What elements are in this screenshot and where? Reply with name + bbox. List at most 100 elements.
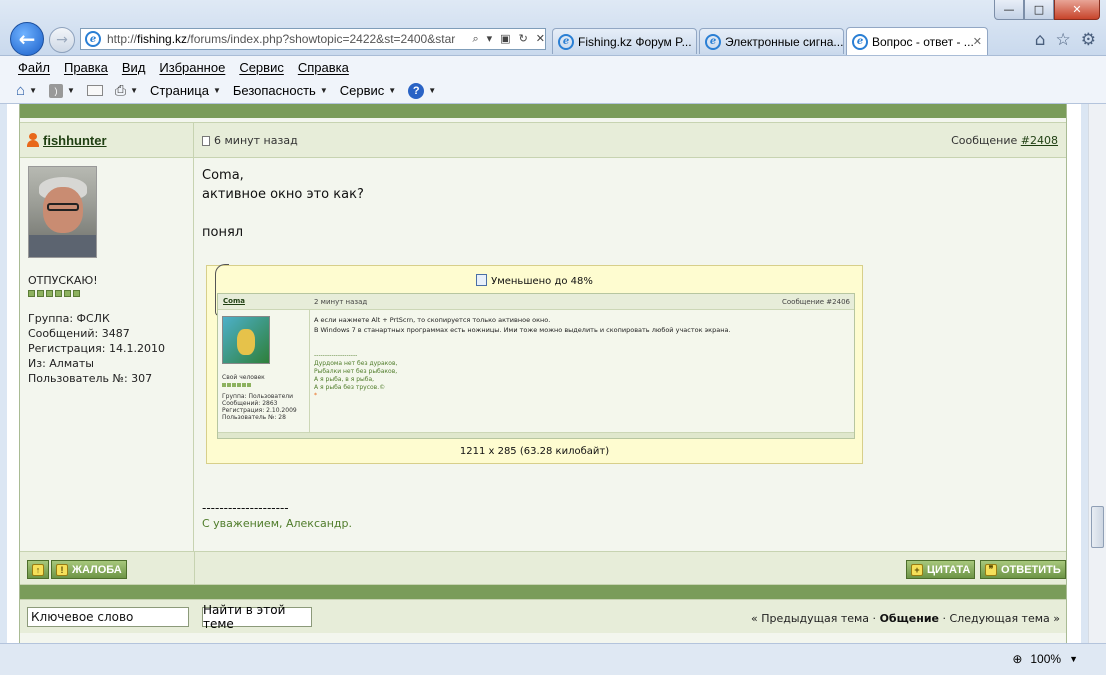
- ie-tab-icon: e: [852, 33, 868, 50]
- stop-icon[interactable]: ✕: [536, 32, 545, 46]
- avatar: [28, 166, 97, 258]
- browser-titlebar: — □ ✕ ← → e http://fishing.kz/forums/ind…: [0, 0, 1106, 56]
- thumb-text-line: В Windows 7 в станартных программах есть…: [314, 326, 731, 334]
- author-info-column: ОТПУСКАЮ! Группа: ФСЛК Сообщений: 3487 Р…: [20, 158, 194, 551]
- help-menu[interactable]: ? ▼: [408, 82, 437, 99]
- tab-question-answer[interactable]: e Вопрос - ответ - ... ✕: [846, 27, 988, 55]
- signature-separator: --------------------: [202, 501, 289, 515]
- chevron-down-icon: ▼: [29, 86, 37, 95]
- complaint-button[interactable]: ! ЖАЛОБА: [51, 560, 127, 579]
- thumb-sig-line: Дурдома нет без дураков,: [314, 360, 398, 367]
- exclamation-icon: !: [56, 563, 68, 576]
- quote-button[interactable]: + ЦИТАТА: [906, 560, 976, 579]
- settings-gear-icon[interactable]: ⚙: [1081, 30, 1096, 50]
- scrollbar-thumb[interactable]: [1091, 506, 1104, 548]
- chevron-down-icon: ▼: [428, 86, 437, 95]
- search-icon[interactable]: ⌕: [472, 32, 478, 46]
- current-forum-link[interactable]: Общение: [880, 612, 939, 625]
- compat-view-icon[interactable]: ▣: [500, 32, 510, 46]
- ie-tab-icon: e: [558, 33, 574, 50]
- home-icon[interactable]: ⌂: [1035, 30, 1046, 50]
- post-body: Coma, активное окно это как? понял: [202, 166, 1062, 242]
- dropdown-icon[interactable]: ▾: [487, 32, 493, 46]
- next-topic-link[interactable]: Следующая тема »: [949, 612, 1060, 625]
- thumb-text-line: А если нажмете Alt + PrtScrn, то скопиру…: [314, 316, 551, 324]
- address-bar[interactable]: e http://fishing.kz/forums/index.php?sho…: [80, 28, 546, 50]
- window-controls: — □ ✕: [994, 0, 1100, 20]
- thumb-sig-line: Рыбалки нет без рыбаков,: [314, 368, 398, 375]
- back-button[interactable]: ←: [10, 22, 44, 56]
- user-details: Группа: ФСЛК Сообщений: 3487 Регистрация…: [28, 311, 193, 386]
- thumb-sig-line: *: [314, 392, 317, 399]
- command-bar: ⌂ ▼ ) ▼ ⎙ ▼ Страница ▼ Безопасность ▼ Сервис ▼…: [0, 78, 1106, 104]
- arrow-left-icon: ←: [18, 27, 36, 51]
- vertical-scrollbar[interactable]: [1088, 104, 1106, 643]
- post-text-line: активное окно это как?: [202, 187, 364, 202]
- thumb-avatar: [222, 316, 270, 364]
- menu-tools[interactable]: Сервис: [239, 60, 284, 75]
- tools-menu[interactable]: Сервис ▼: [340, 83, 396, 98]
- user-online-icon: [26, 133, 40, 147]
- reply-button[interactable]: ❞ ОТВЕТИТЬ: [980, 560, 1066, 579]
- thumb-status: Свой человек: [222, 374, 265, 381]
- mail-button[interactable]: [86, 85, 103, 96]
- scroll-top-button[interactable]: ↑: [27, 560, 49, 579]
- post-text-line: понял: [202, 225, 244, 240]
- minimize-button[interactable]: —: [994, 0, 1024, 20]
- signature-text: С уважением, Александр.: [202, 517, 353, 530]
- post-author-link[interactable]: fishhunter: [43, 133, 107, 148]
- attachment-thumbnail[interactable]: Coma 2 минут назад Сообщение #2406 Свой …: [217, 293, 855, 439]
- image-attachment[interactable]: Уменьшено до 48% Coma 2 минут назад Сооб…: [206, 264, 863, 464]
- arrow-right-icon: →: [56, 32, 68, 48]
- chevron-down-icon: ▼: [212, 86, 221, 95]
- menu-view[interactable]: Вид: [122, 60, 146, 75]
- tab-electronic-signatures[interactable]: e Электронные сигна...: [699, 28, 844, 54]
- refresh-icon[interactable]: ↻: [519, 32, 528, 46]
- user-status: ОТПУСКАЮ!: [28, 274, 98, 287]
- reputation-pips: [28, 290, 193, 297]
- zoom-level: 100%: [1030, 652, 1062, 666]
- document-icon: [202, 135, 210, 146]
- feeds-button[interactable]: ) ▼: [48, 83, 75, 98]
- close-window-button[interactable]: ✕: [1054, 0, 1100, 20]
- topic-navigation-bar: Найти в этой теме « Предыдущая тема · Об…: [20, 599, 1066, 633]
- forward-button[interactable]: →: [49, 27, 75, 53]
- print-button[interactable]: ⎙ ▼: [115, 82, 138, 99]
- favorites-star-icon[interactable]: ☆: [1056, 30, 1071, 50]
- find-in-topic-button[interactable]: Найти в этой теме: [202, 603, 312, 631]
- thumb-sig-line: --------------------: [314, 352, 358, 359]
- home-icon: ⌂: [16, 82, 26, 99]
- post-time: 6 минут назад: [214, 134, 298, 147]
- home-button[interactable]: ⌂ ▼: [16, 82, 37, 99]
- post-text-line: Coma,: [202, 168, 244, 183]
- thumb-info-line: Группа: Пользователи: [222, 393, 294, 400]
- divider-bar: [20, 104, 1066, 118]
- post-number-link[interactable]: #2408: [1021, 134, 1058, 147]
- maximize-button[interactable]: □: [1024, 0, 1054, 20]
- menu-help[interactable]: Справка: [298, 60, 349, 75]
- thumb-info-line: Сообщений: 2863: [222, 400, 278, 407]
- reduced-notice: Уменьшено до 48%: [491, 276, 593, 287]
- zoom-control[interactable]: ⊕ 100% ▼: [1012, 652, 1078, 666]
- menu-edit[interactable]: Правка: [64, 60, 108, 75]
- chevron-down-icon: ▼: [1069, 654, 1078, 664]
- page-viewport: fishhunter 6 минут назад Сообщение #2408…: [7, 104, 1081, 643]
- ie-page-icon: e: [85, 31, 101, 47]
- menu-file[interactable]: Файл: [18, 60, 50, 75]
- user-message-count: Сообщений: 3487: [28, 327, 130, 340]
- previous-topic-link[interactable]: « Предыдущая тема: [751, 612, 869, 625]
- page-menu[interactable]: Страница ▼: [150, 83, 221, 98]
- thumb-post-number: Сообщение #2406: [781, 298, 850, 306]
- thumb-info-line: Пользователь №: 28: [222, 414, 286, 421]
- attachment-info: 1211 x 285 (63.28 килобайт): [459, 446, 610, 457]
- close-tab-icon[interactable]: ✕: [973, 35, 982, 48]
- menu-favorites[interactable]: Избранное: [159, 60, 225, 75]
- address-url[interactable]: http://fishing.kz/forums/index.php?showt…: [107, 32, 466, 46]
- post-header: fishhunter 6 минут назад Сообщение #2408: [20, 122, 1066, 158]
- status-bar: ⊕ 100% ▼: [0, 643, 1106, 675]
- keyword-search-input[interactable]: [27, 607, 189, 627]
- tab-fishing-forum[interactable]: e Fishing.kz Форум P...: [552, 28, 697, 54]
- security-menu[interactable]: Безопасность ▼: [233, 83, 328, 98]
- chevron-down-icon: ▼: [319, 86, 328, 95]
- thumb-username: Coma: [223, 297, 245, 305]
